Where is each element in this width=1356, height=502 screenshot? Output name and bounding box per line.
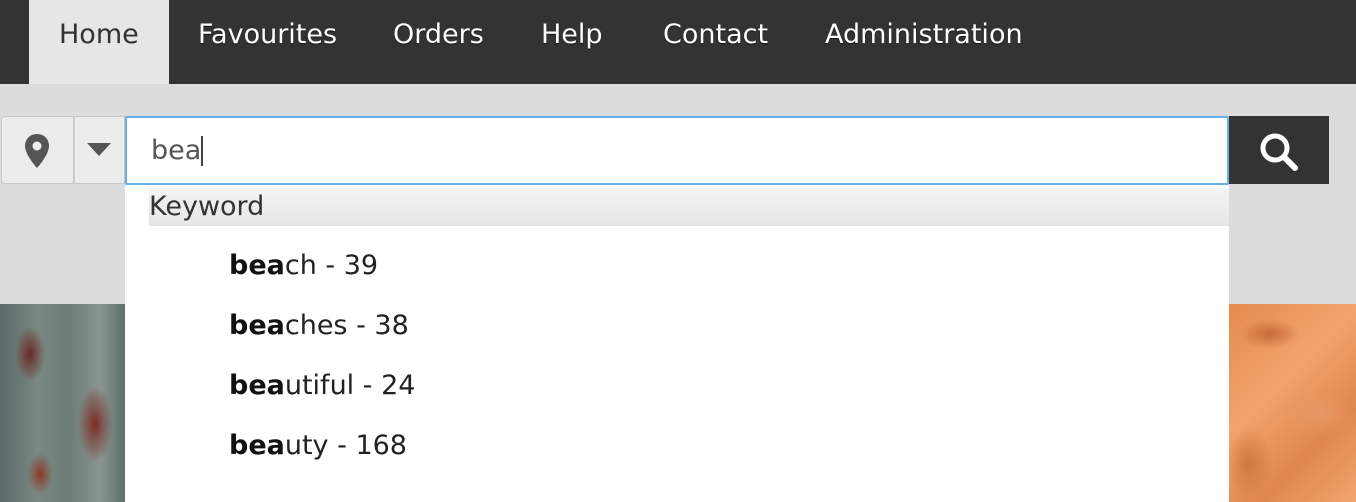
search-icon (1260, 133, 1298, 171)
autocomplete-item-rest: ches - 38 (284, 310, 409, 341)
nav-item-home[interactable]: Home (29, 0, 169, 84)
autocomplete-item-match: bea (229, 310, 285, 341)
caret-down-icon (87, 143, 111, 156)
search-scope-dropdown[interactable] (74, 116, 125, 184)
location-button[interactable] (1, 116, 74, 184)
autocomplete-item-rest: utiful - 24 (284, 370, 416, 401)
autocomplete-group-header: Keyword (149, 188, 1229, 226)
autocomplete-item-rest: ch - 39 (284, 250, 379, 281)
autocomplete-item-match: bea (229, 250, 285, 281)
autocomplete-item-match: bea (229, 370, 285, 401)
background-photo-right (1229, 304, 1356, 502)
search-button[interactable] (1229, 116, 1329, 184)
nav-item-contact[interactable]: Contact (663, 0, 768, 84)
text-caret (201, 136, 203, 166)
autocomplete-item[interactable]: beautiful - 24 (229, 369, 415, 403)
autocomplete-item[interactable]: beaches - 38 (229, 309, 409, 343)
autocomplete-item[interactable]: beauty - 168 (229, 429, 407, 463)
autocomplete-item[interactable]: beach - 39 (229, 249, 378, 283)
nav-item-orders[interactable]: Orders (393, 0, 484, 84)
nav-item-favourites[interactable]: Favourites (198, 0, 337, 84)
search-input[interactable] (125, 116, 1229, 185)
map-pin-icon (25, 134, 49, 168)
nav-item-administration[interactable]: Administration (825, 0, 1023, 84)
nav-item-help[interactable]: Help (541, 0, 603, 84)
autocomplete-item-match: bea (229, 430, 285, 461)
top-navigation: Home Favourites Orders Help Contact Admi… (0, 0, 1356, 84)
autocomplete-panel: Keyword beach - 39 beaches - 38 beautifu… (125, 185, 1229, 502)
autocomplete-item-rest: uty - 168 (284, 430, 407, 461)
background-photo-left (0, 304, 125, 502)
